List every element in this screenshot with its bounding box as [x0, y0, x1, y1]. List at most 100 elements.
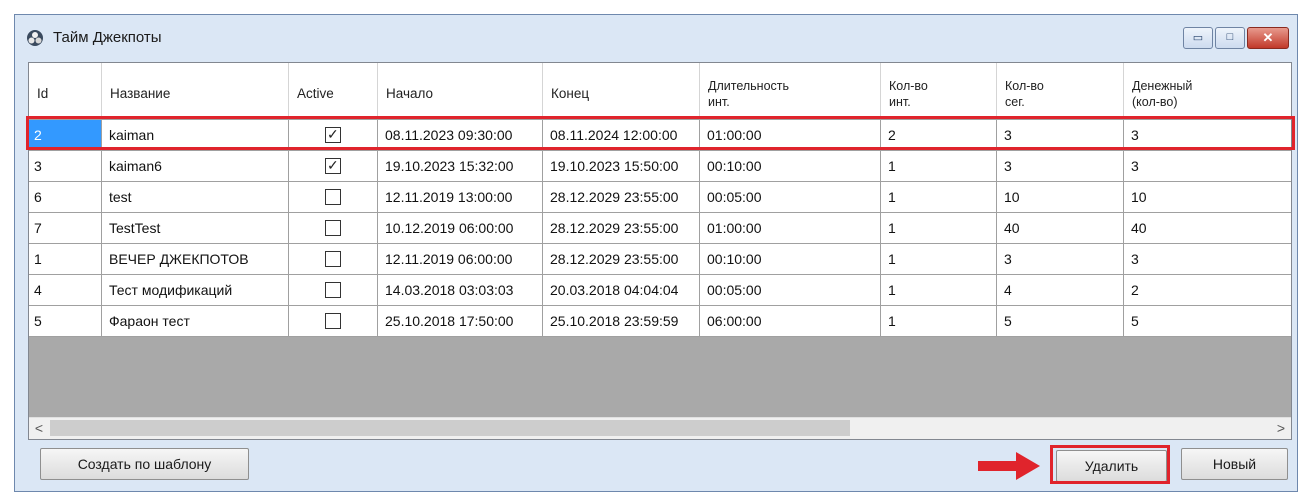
table-header: Id Название Active Начало Конец Длительность и… — [29, 63, 1291, 120]
active-cell[interactable]: ✓ — [289, 151, 378, 182]
cell-end[interactable]: 08.11.2024 12:00:00 — [543, 120, 700, 151]
cell-start[interactable]: 19.10.2023 15:32:00 — [378, 151, 543, 182]
active-cell[interactable] — [289, 213, 378, 244]
create-from-template-button[interactable]: Создать по шаблону — [40, 448, 249, 480]
active-cell[interactable] — [289, 182, 378, 213]
cell-duration[interactable]: 00:05:00 — [700, 275, 881, 306]
cell-duration[interactable]: 01:00:00 — [700, 213, 881, 244]
cell-name[interactable]: Тест модификаций — [102, 275, 289, 306]
column-header[interactable]: Кол-во инт. — [881, 63, 997, 119]
cell-start[interactable]: 14.03.2018 03:03:03 — [378, 275, 543, 306]
column-header[interactable]: Id — [29, 63, 102, 119]
maximize-button[interactable]: □ — [1215, 27, 1245, 49]
table-row[interactable]: 7 TestTest 10.12.2019 06:00:00 28.12.2029 2… — [29, 213, 1291, 244]
active-cell[interactable] — [289, 275, 378, 306]
horizontal-scrollbar[interactable]: < > — [29, 417, 1291, 439]
cell-money[interactable]: 40 — [1124, 213, 1291, 244]
cell-intervals[interactable]: 1 — [881, 306, 997, 337]
active-checkbox[interactable] — [325, 282, 341, 298]
close-button[interactable]: ✕ — [1247, 27, 1289, 49]
active-checkbox[interactable]: ✓ — [325, 157, 341, 174]
cell-duration[interactable]: 01:00:00 — [700, 120, 881, 151]
column-header[interactable]: Денежный (кол-во) — [1124, 63, 1291, 119]
cell-name[interactable]: TestTest — [102, 213, 289, 244]
cell-end[interactable]: 28.12.2029 23:55:00 — [543, 244, 700, 275]
scroll-left-button[interactable]: < — [29, 418, 49, 439]
cell-segments[interactable]: 40 — [997, 213, 1124, 244]
cell-intervals[interactable]: 2 — [881, 120, 997, 151]
table-row[interactable]: 1 ВЕЧЕР ДЖЕКПОТОВ 12.11.2019 06:00:00 28.12… — [29, 244, 1291, 275]
scroll-right-button[interactable]: > — [1271, 418, 1291, 439]
column-header[interactable]: Длительность инт. — [700, 63, 881, 119]
table-row[interactable]: 2 kaiman ✓ 08.11.2023 09:30:00 08.11.2024 12… — [29, 120, 1291, 151]
cell-name[interactable]: test — [102, 182, 289, 213]
active-cell[interactable] — [289, 244, 378, 275]
cell-end[interactable]: 28.12.2029 23:55:00 — [543, 182, 700, 213]
cell-start[interactable]: 12.11.2019 06:00:00 — [378, 244, 543, 275]
cell-id[interactable]: 1 — [29, 244, 102, 275]
delete-button[interactable]: Удалить — [1056, 450, 1167, 482]
column-header[interactable]: Начало — [378, 63, 543, 119]
cell-intervals[interactable]: 1 — [881, 213, 997, 244]
cell-duration[interactable]: 00:10:00 — [700, 151, 881, 182]
cell-money[interactable]: 2 — [1124, 275, 1291, 306]
column-header[interactable]: Active — [289, 63, 378, 119]
active-checkbox[interactable] — [325, 251, 341, 267]
cell-start[interactable]: 08.11.2023 09:30:00 — [378, 120, 543, 151]
cell-segments[interactable]: 5 — [997, 306, 1124, 337]
active-checkbox[interactable]: ✓ — [325, 126, 341, 143]
jackpots-table[interactable]: Id Название Active Начало Конец Длительность и… — [28, 62, 1292, 440]
cell-id[interactable]: 5 — [29, 306, 102, 337]
new-button[interactable]: Новый — [1181, 448, 1288, 480]
cell-id[interactable]: 6 — [29, 182, 102, 213]
cell-intervals[interactable]: 1 — [881, 275, 997, 306]
cell-start[interactable]: 25.10.2018 17:50:00 — [378, 306, 543, 337]
table-row[interactable]: 4 Тест модификаций 14.03.2018 03:03:03 20.0… — [29, 275, 1291, 306]
cell-id[interactable]: 2 — [29, 120, 102, 151]
cell-name[interactable]: kaiman6 — [102, 151, 289, 182]
cell-segments[interactable]: 10 — [997, 182, 1124, 213]
cell-duration[interactable]: 00:10:00 — [700, 244, 881, 275]
cell-money[interactable]: 10 — [1124, 182, 1291, 213]
active-checkbox[interactable] — [325, 220, 341, 236]
cell-start[interactable]: 12.11.2019 13:00:00 — [378, 182, 543, 213]
cell-end[interactable]: 19.10.2023 15:50:00 — [543, 151, 700, 182]
cell-intervals[interactable]: 1 — [881, 182, 997, 213]
cell-end[interactable]: 25.10.2018 23:59:59 — [543, 306, 700, 337]
cell-money[interactable]: 3 — [1124, 151, 1291, 182]
table-row[interactable]: 5 Фараон тест 25.10.2018 17:50:00 25.10.201… — [29, 306, 1291, 337]
cell-id[interactable]: 4 — [29, 275, 102, 306]
column-header[interactable]: Кол-во сег. — [997, 63, 1124, 119]
active-checkbox[interactable] — [325, 189, 341, 205]
cell-segments[interactable]: 4 — [997, 275, 1124, 306]
active-cell[interactable] — [289, 306, 378, 337]
cell-money[interactable]: 3 — [1124, 120, 1291, 151]
cell-duration[interactable]: 00:05:00 — [700, 182, 881, 213]
cell-end[interactable]: 20.03.2018 04:04:04 — [543, 275, 700, 306]
cell-segments[interactable]: 3 — [997, 244, 1124, 275]
cell-name[interactable]: kaiman — [102, 120, 289, 151]
cell-name[interactable]: ВЕЧЕР ДЖЕКПОТОВ — [102, 244, 289, 275]
cell-end[interactable]: 28.12.2029 23:55:00 — [543, 213, 700, 244]
cell-money[interactable]: 5 — [1124, 306, 1291, 337]
cell-start[interactable]: 10.12.2019 06:00:00 — [378, 213, 543, 244]
scroll-thumb[interactable] — [50, 420, 850, 436]
column-header[interactable]: Название — [102, 63, 289, 119]
active-cell[interactable]: ✓ — [289, 120, 378, 151]
cell-intervals[interactable]: 1 — [881, 151, 997, 182]
cell-duration[interactable]: 06:00:00 — [700, 306, 881, 337]
cell-id[interactable]: 3 — [29, 151, 102, 182]
cell-name[interactable]: Фараон тест — [102, 306, 289, 337]
column-header-label: инт. — [889, 95, 911, 109]
minimize-button[interactable]: ▭ — [1183, 27, 1213, 49]
cell-segments[interactable]: 3 — [997, 151, 1124, 182]
cell-money[interactable]: 3 — [1124, 244, 1291, 275]
table-row[interactable]: 3 kaiman6 ✓ 19.10.2023 15:32:00 19.10.2023 1… — [29, 151, 1291, 182]
active-checkbox[interactable] — [325, 313, 341, 329]
column-header[interactable]: Конец — [543, 63, 700, 119]
cell-segments[interactable]: 3 — [997, 120, 1124, 151]
cell-id[interactable]: 7 — [29, 213, 102, 244]
table-row[interactable]: 6 test 12.11.2019 13:00:00 28.12.2029 23:55… — [29, 182, 1291, 213]
cell-intervals[interactable]: 1 — [881, 244, 997, 275]
title-bar[interactable]: Тайм Джекпоты ▭ □ ✕ — [15, 15, 1297, 59]
